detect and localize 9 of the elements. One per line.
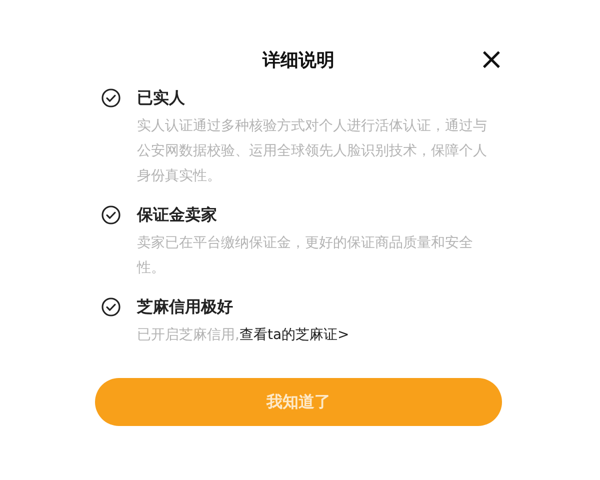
item-title: 已实人 — [137, 87, 185, 109]
dialog-title: 详细说明 — [262, 49, 334, 72]
item-title: 芝麻信用极好 — [137, 296, 233, 318]
item-description: 实人认证通过多种核验方式对个人进行活体认证，通过与公安网数据校验、运用全球领先人脸识别技术，保障个人身份真实性。 — [137, 117, 488, 186]
close-button[interactable]: × — [476, 46, 506, 74]
item-title: 保证金卖家 — [137, 204, 217, 226]
view-certificate-link[interactable]: 查看ta的芝麻证> — [239, 327, 350, 343]
item-description: 已开启芝麻信用,查看ta的芝麻证> — [137, 326, 350, 345]
item-description: 卖家已在平台缴纳保证金，更好的保证商品质量和安全性。 — [137, 234, 474, 278]
